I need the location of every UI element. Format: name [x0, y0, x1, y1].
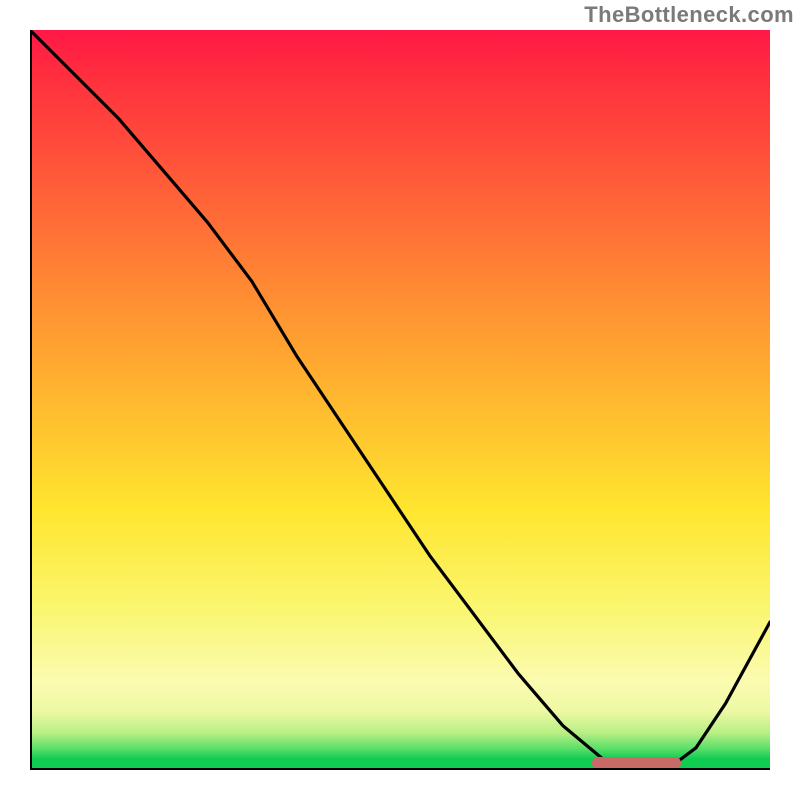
watermark-text: TheBottleneck.com	[584, 2, 794, 28]
chart-stage: TheBottleneck.com	[0, 0, 800, 800]
optimal-range-marker	[592, 757, 681, 769]
curve-svg	[30, 30, 770, 770]
plot-area	[30, 30, 770, 770]
x-axis	[30, 768, 770, 770]
y-axis	[30, 30, 32, 770]
bottleneck-curve	[30, 30, 770, 770]
